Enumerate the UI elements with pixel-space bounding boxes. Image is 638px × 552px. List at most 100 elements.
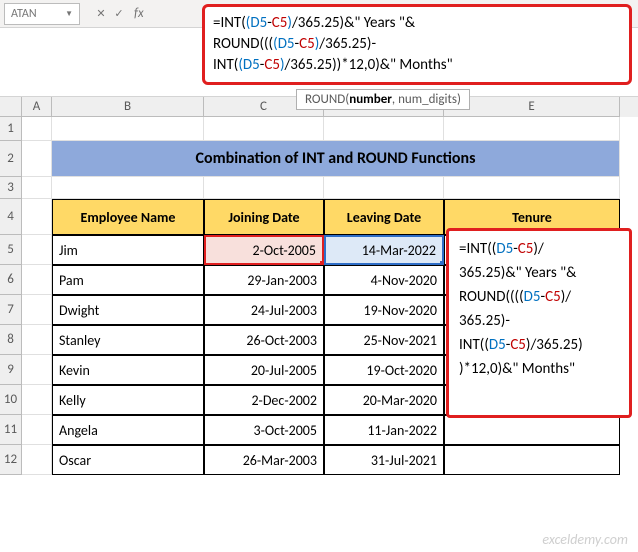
cell-join[interactable]: 2-Oct-2005: [204, 235, 324, 265]
cell[interactable]: [22, 385, 52, 415]
formula-text: /365.25))*12,0)&" Months": [285, 56, 453, 74]
cell-name[interactable]: Angela: [52, 415, 204, 445]
cell[interactable]: [22, 265, 52, 295]
header-leaving[interactable]: Leaving Date: [324, 199, 444, 235]
row-header[interactable]: 1: [0, 117, 22, 141]
row-header[interactable]: 11: [0, 415, 22, 445]
cell[interactable]: [22, 199, 52, 235]
cell[interactable]: [22, 141, 52, 177]
row-header[interactable]: 10: [0, 385, 22, 415]
chevron-down-icon[interactable]: ▼: [65, 9, 73, 19]
formula-text: /365.25)-: [319, 35, 376, 53]
cell[interactable]: [52, 177, 204, 199]
cell-tenure[interactable]: [444, 415, 620, 445]
name-box[interactable]: ATAN ▼: [4, 3, 80, 25]
cell-leave[interactable]: 19-Oct-2020: [324, 355, 444, 385]
cell-leave[interactable]: 4-Nov-2020: [324, 265, 444, 295]
cell-join[interactable]: 26-Mar-2003: [204, 445, 324, 475]
cell-tenure[interactable]: [444, 355, 620, 385]
function-tooltip: ROUND(number, num_digits): [296, 89, 470, 110]
row-header[interactable]: 9: [0, 355, 22, 385]
cell-tenure[interactable]: [444, 445, 620, 475]
row-header[interactable]: 3: [0, 177, 22, 199]
cell-name[interactable]: Oscar: [52, 445, 204, 475]
cell-name[interactable]: Kevin: [52, 355, 204, 385]
row-header[interactable]: 8: [0, 325, 22, 355]
cell-name[interactable]: Jim: [52, 235, 204, 265]
cell-join[interactable]: 3-Oct-2005: [204, 415, 324, 445]
col-header-a[interactable]: A: [22, 97, 52, 117]
cell[interactable]: [204, 177, 324, 199]
cell[interactable]: [22, 177, 52, 199]
cell-tenure[interactable]: [444, 235, 620, 265]
cell[interactable]: [444, 117, 620, 141]
tooltip-args: , num_digits): [392, 92, 461, 107]
cell-join[interactable]: 29-Jan-2003: [204, 265, 324, 295]
formula-bar-wrap: =INT((D5-C5)/365.25)&" Years "& ROUND(((…: [202, 4, 632, 110]
cell-tenure[interactable]: [444, 295, 620, 325]
name-box-value: ATAN: [11, 7, 37, 21]
cell-join[interactable]: 26-Oct-2003: [204, 325, 324, 355]
cell-name[interactable]: Dwight: [52, 295, 204, 325]
row-header[interactable]: 12: [0, 445, 22, 475]
cell[interactable]: [22, 295, 52, 325]
table-row: 6 Pam29-Jan-20034-Nov-2020: [0, 265, 638, 295]
cell[interactable]: [444, 177, 620, 199]
header-joining[interactable]: Joining Date: [204, 199, 324, 235]
cell[interactable]: [324, 117, 444, 141]
cell[interactable]: [22, 235, 52, 265]
cell-name[interactable]: Pam: [52, 265, 204, 295]
row-header[interactable]: 6: [0, 265, 22, 295]
cell-join[interactable]: 24-Jul-2003: [204, 295, 324, 325]
cell-leave[interactable]: 19-Nov-2020: [324, 295, 444, 325]
row-header[interactable]: 4: [0, 199, 22, 235]
col-header-b[interactable]: B: [52, 97, 204, 117]
cell[interactable]: [52, 117, 204, 141]
cell[interactable]: [22, 117, 52, 141]
formula-controls: ✕ ✓ fx: [92, 5, 150, 23]
title-cell[interactable]: Combination of INT and ROUND Functions: [52, 141, 620, 177]
cell-tenure[interactable]: [444, 325, 620, 355]
cell[interactable]: [22, 445, 52, 475]
cell-join[interactable]: 20-Jul-2005: [204, 355, 324, 385]
fx-icon[interactable]: fx: [134, 6, 144, 21]
tooltip-fn: ROUND(: [305, 92, 349, 107]
cancel-icon[interactable]: ✕: [92, 5, 110, 23]
table-row: 9 Kevin20-Jul-200519-Oct-2020: [0, 355, 638, 385]
cell-tenure[interactable]: [444, 385, 620, 415]
header-employee[interactable]: Employee Name: [52, 199, 204, 235]
cell[interactable]: [204, 117, 324, 141]
accept-icon[interactable]: ✓: [110, 5, 128, 23]
cell[interactable]: [324, 177, 444, 199]
formula-text: /365.25)&" Years "&: [292, 14, 415, 32]
formula-bar[interactable]: =INT((D5-C5)/365.25)&" Years "& ROUND(((…: [202, 4, 632, 85]
row-header[interactable]: 5: [0, 235, 22, 265]
grid-row: 3: [0, 177, 638, 199]
cell[interactable]: [22, 415, 52, 445]
row-header[interactable]: 2: [0, 141, 22, 177]
header-tenure[interactable]: Tenure: [444, 199, 620, 235]
watermark: exceldemy.com: [542, 531, 628, 548]
ref-d5: D5: [278, 35, 295, 53]
cell-leave[interactable]: 11-Jan-2022: [324, 415, 444, 445]
cell-leave[interactable]: 25-Nov-2021: [324, 325, 444, 355]
ref-d5: D5: [243, 56, 260, 74]
grid-row: 1: [0, 117, 638, 141]
cell-name[interactable]: Kelly: [52, 385, 204, 415]
cell-join[interactable]: 2-Dec-2002: [204, 385, 324, 415]
cell[interactable]: [22, 355, 52, 385]
cell-tenure[interactable]: [444, 265, 620, 295]
ref-c5: C5: [299, 35, 315, 53]
table-row: 7 Dwight24-Jul-200319-Nov-2020: [0, 295, 638, 325]
grid-row: 4 Employee Name Joining Date Leaving Dat…: [0, 199, 638, 235]
cell[interactable]: [22, 325, 52, 355]
select-all-corner[interactable]: [0, 97, 22, 117]
row-header[interactable]: 7: [0, 295, 22, 325]
cell-leave[interactable]: 14-Mar-2022: [324, 235, 444, 265]
formula-text: =INT(: [213, 14, 246, 32]
cell-leave[interactable]: 31-Jul-2021: [324, 445, 444, 475]
table-row: 12 Oscar26-Mar-200331-Jul-2021: [0, 445, 638, 475]
cell-name[interactable]: Stanley: [52, 325, 204, 355]
page-title: Combination of INT and ROUND Functions: [196, 149, 476, 168]
cell-leave[interactable]: 20-Mar-2020: [324, 385, 444, 415]
